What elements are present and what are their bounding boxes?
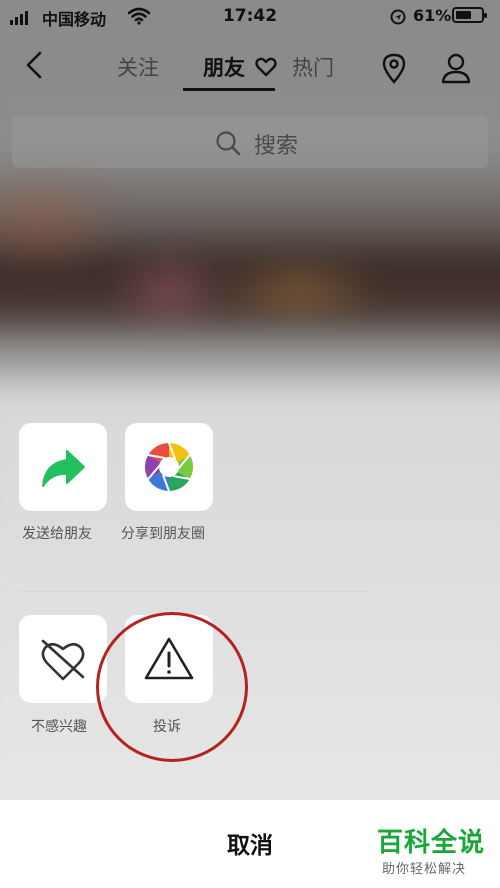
share-to-moments-button[interactable]	[125, 423, 213, 511]
back-icon[interactable]	[20, 50, 50, 80]
share-arrow-icon	[42, 450, 85, 487]
status-bar: 中国移动 17:42 61%	[0, 0, 500, 34]
send-to-friend-button[interactable]	[19, 423, 107, 511]
search-bar[interactable]: 搜索	[12, 116, 488, 168]
location-lock-icon	[390, 9, 406, 25]
battery-icon	[452, 7, 487, 23]
sheet-divider	[18, 591, 368, 592]
user-icon[interactable]	[440, 52, 472, 84]
watermark-subtitle: 助你轻松解决	[382, 862, 467, 877]
tab-follow[interactable]: 关注	[117, 52, 159, 82]
not-interested-label: 不感兴趣	[31, 719, 87, 735]
heart-icon	[255, 57, 277, 77]
search-icon	[216, 131, 241, 156]
search-placeholder: 搜索	[254, 134, 299, 159]
not-interested-button[interactable]	[19, 615, 107, 703]
share-to-moments-label: 分享到朋友圈	[121, 526, 205, 542]
moments-aperture-icon	[144, 442, 194, 492]
broken-heart-icon	[41, 639, 85, 681]
cancel-bar: 取消 百科全说 助你轻松解决	[0, 800, 500, 888]
annotation-circle	[96, 612, 248, 762]
active-tab-underline	[183, 88, 275, 91]
top-nav: 关注 朋友 热门	[0, 40, 500, 96]
battery-percent: 61%	[413, 6, 452, 25]
tab-hot[interactable]: 热门	[292, 52, 334, 82]
watermark-title: 百科全说	[377, 828, 486, 858]
tab-friends[interactable]: 朋友	[203, 52, 245, 82]
location-pin-icon[interactable]	[380, 52, 408, 84]
send-to-friend-label: 发送给朋友	[22, 526, 92, 542]
